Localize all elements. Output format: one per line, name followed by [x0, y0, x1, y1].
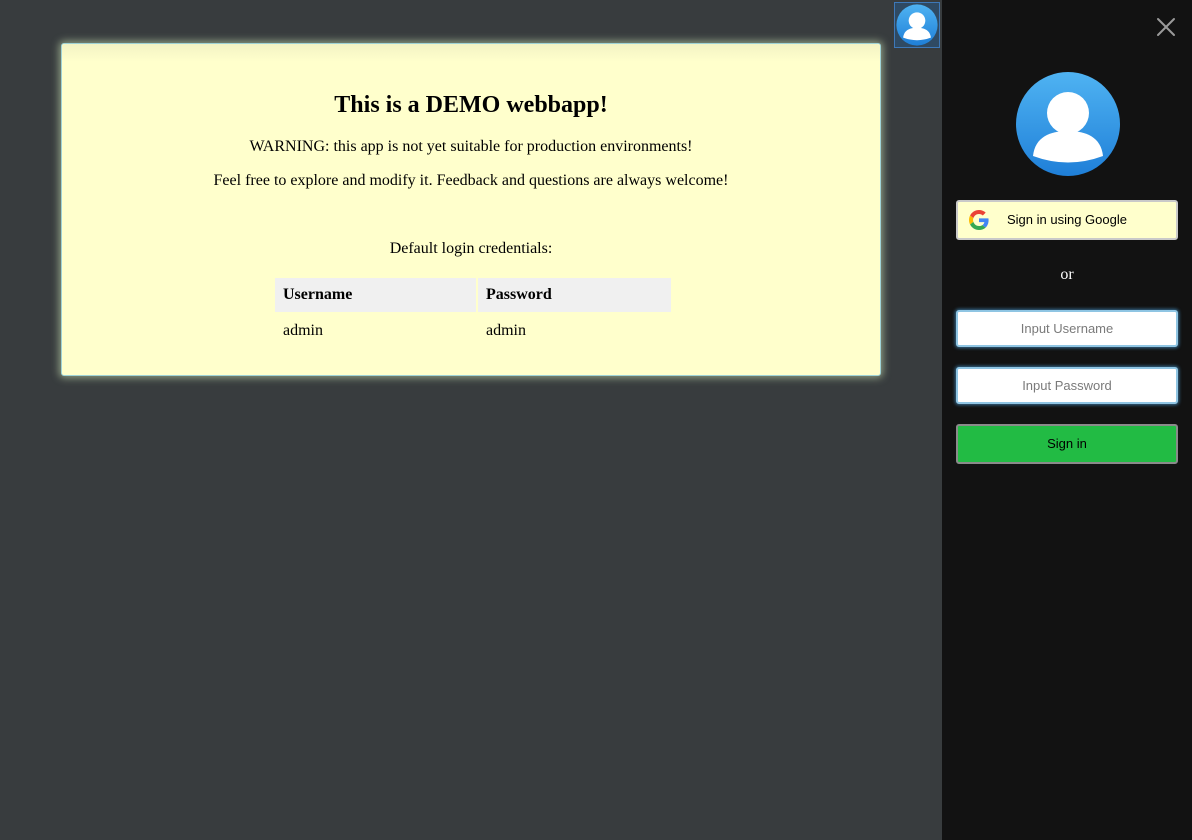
- credentials-table: Username Password admin admin: [273, 276, 673, 350]
- credentials-label: Default login credentials:: [389, 240, 553, 257]
- google-signin-button[interactable]: Sign in using Google: [956, 200, 1178, 240]
- demo-warning-text: WARNING: this app is not yet suitable fo…: [249, 138, 693, 155]
- password-input[interactable]: [956, 367, 1178, 404]
- cell-username: admin: [283, 322, 323, 339]
- user-avatar-icon: [1016, 72, 1120, 176]
- profile-avatar: [1015, 71, 1121, 177]
- column-header-username: Username: [275, 278, 476, 312]
- credentials-header-row: Username Password: [275, 278, 671, 312]
- signin-button[interactable]: Sign in: [956, 424, 1178, 464]
- close-panel-button[interactable]: [1154, 15, 1178, 39]
- app-root: This is a DEMO webbapp! WARNING: this ap…: [0, 0, 1192, 840]
- login-panel: Sign in using Google or Sign in: [942, 0, 1192, 840]
- account-toggle-button[interactable]: [894, 2, 940, 48]
- table-row: admin admin: [275, 314, 671, 348]
- card-top-band: [62, 44, 880, 62]
- close-icon: [1157, 18, 1175, 36]
- demo-title: This is a DEMO webbapp!: [334, 92, 608, 118]
- column-header-password: Password: [478, 278, 671, 312]
- username-input[interactable]: [956, 310, 1178, 347]
- google-signin-label: Sign in using Google: [1007, 212, 1127, 227]
- user-avatar-icon: [896, 4, 938, 46]
- demo-feedback-text: Feel free to explore and modify it. Feed…: [213, 172, 729, 189]
- cell-password: admin: [486, 322, 526, 339]
- demo-notice-card: This is a DEMO webbapp! WARNING: this ap…: [61, 43, 881, 376]
- or-separator: or: [1060, 266, 1074, 283]
